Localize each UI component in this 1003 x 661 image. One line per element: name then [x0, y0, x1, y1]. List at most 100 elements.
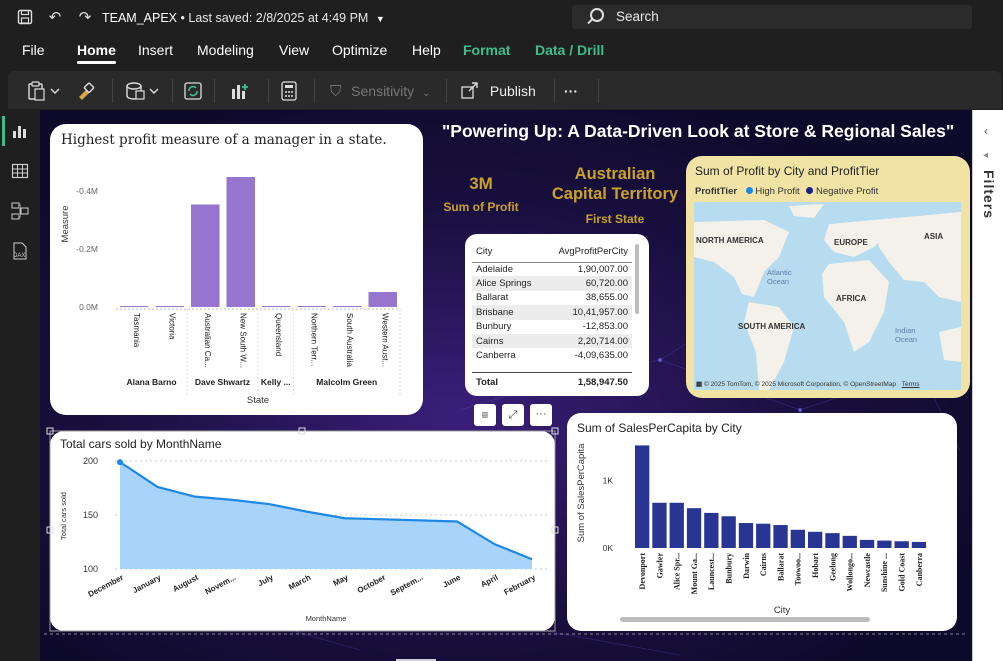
table-scrollbar[interactable] [635, 244, 639, 314]
table-view-icon[interactable] [11, 162, 29, 180]
x-tick-label: Cairns [759, 553, 768, 576]
dax-query-icon[interactable]: DAX [11, 242, 29, 260]
menu-optimize[interactable]: Optimize [332, 42, 387, 58]
x-tick-label: Mount Ga... [690, 553, 699, 594]
city-table: City AvgProfitPerCity Adelaide 1,90,007.0… [472, 242, 632, 363]
data-source-icon[interactable] [124, 81, 162, 101]
cell-avg-profit: -12,853.00 [582, 321, 628, 333]
chevron-left-icon[interactable]: ‹ [984, 124, 988, 138]
search-box[interactable]: Search [572, 5, 972, 29]
ribbon-toolbar: ⛉ Sensitivity ⌄ Publish ··· [8, 71, 1001, 109]
x-tick-label: April [479, 573, 499, 590]
bar [808, 531, 823, 548]
map-region-label: Indian Ocean [895, 326, 918, 344]
cell-city: Adelaide [476, 263, 513, 275]
table-row[interactable]: Bunbury -12,853.00 [472, 320, 632, 334]
refresh-icon[interactable] [183, 81, 203, 101]
horizontal-scrollbar[interactable] [620, 617, 870, 622]
legend-negative-profit[interactable]: Negative Profit [816, 186, 878, 197]
kpi-sum-of-profit[interactable]: 3M Sum of Profit [440, 174, 522, 214]
menu-view[interactable]: View [279, 42, 309, 58]
table-row[interactable]: Cairns 2,20,714.00 [472, 333, 632, 349]
cell-avg-profit: -4,09,635.00 [574, 350, 628, 362]
last-saved: • Last saved: 2/8/2025 at 4:49 PM [180, 11, 369, 25]
data-point [117, 459, 123, 466]
x-tick-label: Sunshine ... [880, 553, 889, 592]
model-view-icon[interactable] [11, 202, 29, 220]
total-label: Total [476, 377, 498, 388]
menu-bar: File Home Insert Modeling View Optimize … [0, 36, 1003, 64]
map-region-label: Atlantic Ocean [767, 268, 792, 286]
search-icon [590, 8, 604, 22]
y-tick-label: 150 [83, 510, 98, 520]
table-row[interactable]: Brisbane 10,41,957.00 [472, 305, 632, 320]
report-canvas[interactable]: "Powering Up: A Data-Driven Look at Stor… [40, 110, 972, 661]
y-tick-label: -0.2M [76, 244, 98, 254]
y-tick-label: -0.4M [76, 186, 98, 196]
map-area[interactable]: NORTH AMERICA EUROPE ASIA Atlantic Ocean AFR… [694, 202, 961, 390]
x-tick-label: Newcastle [863, 553, 872, 588]
cars-sold-chart[interactable]: Total cars sold by MonthName 200 150 100 To… [50, 431, 555, 631]
legend-title: ProfitTier [695, 186, 738, 197]
report-view-icon[interactable] [11, 122, 29, 140]
bar [652, 502, 667, 548]
column-header-city[interactable]: City [472, 242, 545, 263]
x-tick-label: Darwin [742, 552, 751, 578]
undo-icon[interactable]: ↶ [46, 9, 64, 27]
kpi-profit-value: 3M [469, 174, 493, 193]
paste-icon[interactable] [26, 81, 60, 101]
y-axis-label: Total cars sold [59, 492, 68, 540]
manager-profit-chart[interactable]: Highest profit measure of a manager in a… [50, 124, 423, 415]
filters-pane[interactable]: ‹ ◂ Filters [972, 110, 1003, 661]
sensitivity-button[interactable]: ⛉ Sensitivity ⌄ [330, 81, 430, 101]
manager-label: Kelly ... [261, 377, 291, 387]
map-credit: ▦ © 2025 TomTom, © 2025 Microsoft Corpor… [696, 380, 920, 388]
table-row[interactable]: Ballarat 38,655.00 [472, 291, 632, 305]
kpi-state-value-line2: Capital Territory [551, 185, 679, 203]
save-icon[interactable] [16, 9, 34, 27]
kpi-first-state[interactable]: Australian Capital Territory First State [540, 164, 690, 226]
cell-city: Alice Springs [472, 276, 545, 291]
new-visual-icon[interactable] [230, 81, 250, 101]
visual-header: ≡ ⤢ ··· [474, 404, 564, 426]
calculator-icon[interactable] [280, 81, 298, 101]
map-title: Sum of Profit by City and ProfitTier [695, 164, 880, 178]
menu-format[interactable]: Format [463, 42, 510, 58]
eye-icon[interactable]: ◂ [983, 150, 988, 161]
menu-insert[interactable]: Insert [138, 42, 173, 58]
menu-file[interactable]: File [22, 42, 45, 58]
table-row[interactable]: Canberra -4,09,635.00 [472, 348, 632, 362]
menu-help[interactable]: Help [412, 42, 441, 58]
document-title[interactable]: TEAM_APEX • Last saved: 2/8/2025 at 4:49… [102, 11, 385, 25]
menu-modeling[interactable]: Modeling [197, 42, 254, 58]
kpi-profit-label: Sum of Profit [443, 200, 519, 214]
redo-icon[interactable]: ↷ [76, 9, 94, 27]
column-header-avgprofit[interactable]: AvgProfitPerCity [544, 242, 632, 263]
active-view-indicator [2, 116, 5, 146]
cell-city: Ballarat [476, 292, 509, 304]
chevron-down-icon[interactable]: ▼ [376, 14, 385, 24]
filter-icon[interactable]: ≡ [474, 404, 496, 426]
bar [262, 306, 291, 307]
bar [297, 306, 326, 307]
cell-avg-profit: 10,41,957.00 [544, 305, 632, 320]
sales-per-capita-chart[interactable]: Sum of SalesPerCapita by City 1K 0K Sum of… [567, 413, 957, 631]
city-profit-table[interactable]: City AvgProfitPerCity Adelaide 1,90,007.0… [465, 234, 649, 396]
profit-map[interactable]: Sum of Profit by City and ProfitTier Pro… [686, 156, 970, 398]
bar [368, 292, 397, 307]
legend-dot-negative [806, 187, 814, 194]
format-painter-icon[interactable] [76, 81, 96, 101]
map-terms-link[interactable]: Terms [902, 381, 920, 388]
legend-high-profit[interactable]: High Profit [755, 186, 799, 197]
more-options-button[interactable]: ··· [564, 81, 578, 101]
menu-home[interactable]: Home [77, 42, 116, 64]
legend-dot-high [745, 187, 753, 194]
focus-mode-icon[interactable]: ⤢ [502, 404, 524, 426]
more-options-icon[interactable]: ··· [530, 404, 552, 426]
publish-button[interactable]: Publish [460, 81, 536, 101]
table-row[interactable]: Alice Springs 60,720.00 [472, 276, 632, 291]
publish-label: Publish [489, 83, 536, 99]
menu-data-drill[interactable]: Data / Drill [535, 42, 604, 58]
table-row[interactable]: Adelaide 1,90,007.00 [472, 262, 632, 276]
manager-chart-plot: -0.4M -0.2M 0.0M Measure Tasmania Victoria Aus… [60, 177, 401, 406]
